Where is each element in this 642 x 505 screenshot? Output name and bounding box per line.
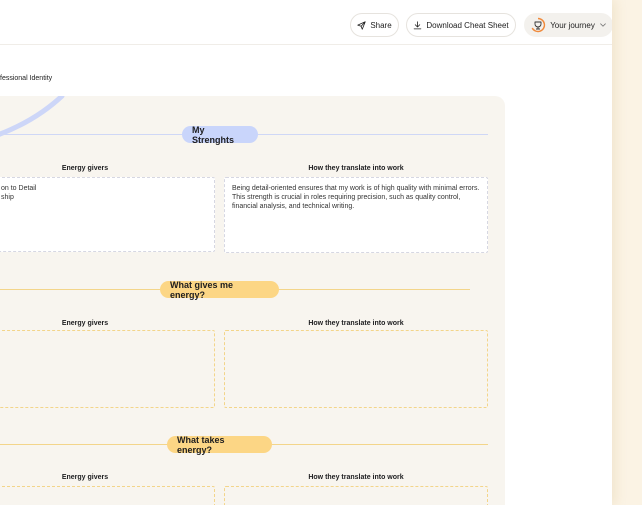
download-cheat-sheet-button[interactable]: Download Cheat Sheet — [406, 13, 516, 37]
main-page: Share Download Cheat Sheet Your journey … — [0, 0, 612, 505]
top-bar: Share Download Cheat Sheet Your journey — [0, 0, 612, 45]
column-header-translate: How they translate into work — [308, 320, 404, 327]
send-icon — [357, 20, 366, 30]
column-header-translate: How they translate into work — [308, 165, 404, 172]
translate-into-work-field[interactable] — [224, 330, 488, 408]
section-title-takes-energy: What takes energy? — [167, 435, 272, 455]
energy-givers-field[interactable] — [0, 486, 215, 505]
section-title-strengths: My Strenghts — [182, 125, 258, 145]
translate-into-work-field[interactable]: Being detail-oriented ensures that my wo… — [224, 177, 488, 253]
trophy-icon — [530, 17, 546, 33]
download-label: Download Cheat Sheet — [426, 20, 509, 30]
journey-label: Your journey — [550, 20, 595, 30]
translate-into-work-field[interactable] — [224, 486, 488, 505]
energy-givers-field[interactable] — [0, 330, 215, 408]
section-title-gives-energy: What gives me energy? — [160, 280, 279, 300]
column-header-translate: How they translate into work — [308, 474, 404, 481]
decorative-arc — [0, 96, 65, 137]
share-label: Share — [370, 20, 392, 30]
column-header-energy-givers: Energy givers — [61, 474, 109, 481]
energy-givers-field[interactable]: on to Detail ship — [0, 177, 215, 252]
share-button[interactable]: Share — [350, 13, 399, 37]
column-header-energy-givers: Energy givers — [61, 165, 109, 172]
your-journey-button[interactable]: Your journey — [524, 13, 612, 37]
column-header-energy-givers: Energy givers — [61, 320, 109, 327]
content-panel: My Strenghts Energy givers How they tran… — [0, 96, 505, 505]
breadcrumb: fessional Identity — [0, 75, 53, 82]
chevron-down-icon — [599, 21, 607, 29]
download-icon — [413, 20, 422, 30]
